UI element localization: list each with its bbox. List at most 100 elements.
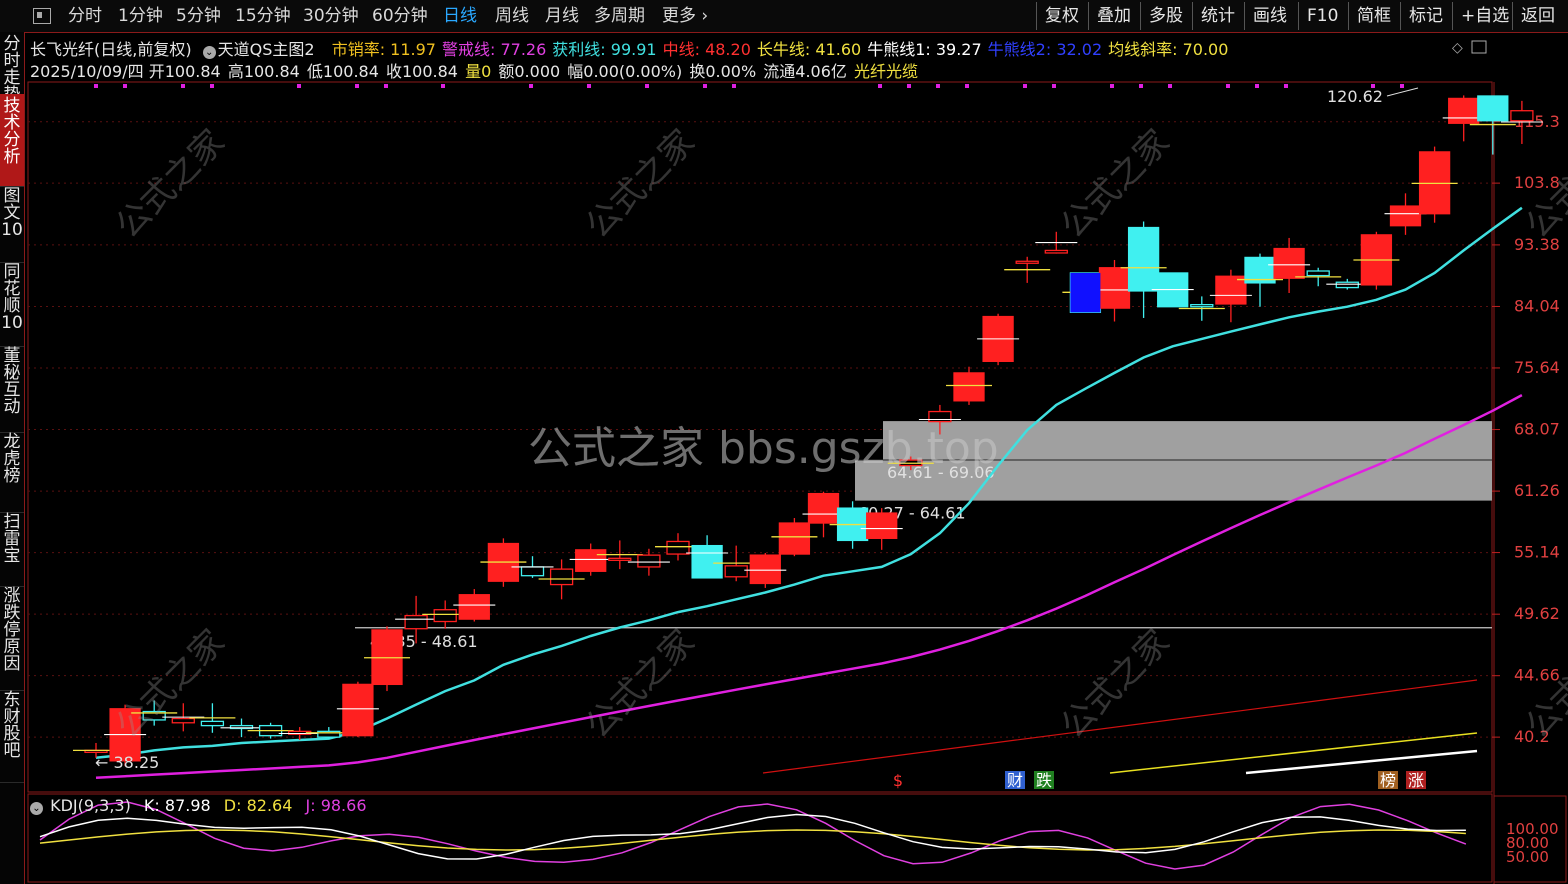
y-tick-label-7: 55.14	[1514, 543, 1560, 562]
sidebar-item-3[interactable]: 同花顺10	[0, 260, 24, 347]
y-tick-label-8: 49.62	[1514, 604, 1560, 623]
signal-dot-12	[732, 84, 736, 88]
diagonal-watermark-1: 公式之家	[578, 122, 702, 246]
candle-body-42	[1306, 270, 1330, 277]
sidebar-item-0[interactable]: 分时走势	[0, 32, 24, 104]
low-label: 低100.84	[306, 62, 379, 81]
period-tab-4[interactable]: 30分钟	[303, 0, 359, 32]
marker-3: 榜	[1380, 771, 1396, 790]
signal-dot-20	[1139, 84, 1143, 88]
concept-label[interactable]: 光纤光缆	[854, 62, 918, 81]
period-tab-0[interactable]: 分时	[68, 0, 102, 32]
indicator-header: 长飞光纤(日线,前复权) ⌄ 天道QS主图2 市销率: 11.97 警戒线: 77.…	[30, 36, 1240, 59]
period-tab-7[interactable]: 周线	[495, 0, 529, 32]
candle-body-21	[691, 544, 723, 579]
sidebar-item-7[interactable]: 涨跌停原因	[0, 584, 24, 691]
candle-body-36	[1127, 226, 1160, 292]
signal-dot-5	[355, 84, 359, 88]
kdj-j: J: 98.66	[305, 796, 367, 815]
kdj-k-line	[39, 813, 1466, 860]
signal-dot-1	[123, 84, 127, 88]
stock-title: 长飞光纤(日线,前复权)	[30, 40, 192, 59]
signal-dot-2	[181, 84, 185, 88]
toolbar-button-3[interactable]: 统计	[1192, 2, 1243, 30]
kdj-d: D: 82.64	[223, 796, 293, 815]
candle-body-19	[637, 554, 661, 568]
trend-line-yellow	[1109, 732, 1478, 774]
period-tab-2[interactable]: 5分钟	[176, 0, 221, 32]
diamond-icon: ◇	[1452, 40, 1463, 56]
indicator-param-4: 长牛线: 41.60	[756, 40, 862, 59]
toolbar-button-6[interactable]: 简框	[1348, 2, 1399, 30]
toolbar-button-7[interactable]: 标记	[1400, 2, 1451, 30]
signal-dot-15	[936, 84, 940, 88]
candle-body-49	[1510, 110, 1534, 122]
sidebar-item-2[interactable]: 图文10	[0, 184, 24, 263]
signal-dot-25	[1371, 84, 1375, 88]
candle-body-32	[1015, 260, 1039, 264]
period-tab-6[interactable]: 日线	[443, 0, 477, 32]
candle-body-30	[953, 372, 985, 402]
signal-dot-3	[210, 84, 214, 88]
signal-dot-17	[1023, 84, 1027, 88]
signal-dot-24	[1284, 84, 1288, 88]
float-label: 流通4.06亿	[763, 62, 847, 81]
kdj-header: ⌄ KDJ(9,3,3) K: 87.98 D: 82.64 J: 98.66	[30, 796, 375, 815]
signal-dot-19	[1110, 84, 1114, 88]
candle-body-3	[171, 717, 195, 724]
candle-body-17	[575, 549, 607, 572]
period-tab-10[interactable]: 更多 ›	[662, 0, 708, 32]
sidebar-item-5[interactable]: 龙虎榜	[0, 430, 24, 513]
signal-dot-21	[1168, 84, 1172, 88]
candle-body-24	[778, 522, 811, 555]
period-tab-8[interactable]: 月线	[545, 0, 579, 32]
signal-dot-22	[1226, 84, 1230, 88]
toolbar-button-5[interactable]: F10	[1298, 2, 1346, 30]
indicator-name[interactable]: ⌄ 天道QS主图2	[202, 40, 326, 59]
sidebar-item-8[interactable]: 东财股吧	[0, 688, 24, 783]
signal-dot-16	[965, 84, 969, 88]
candle-body-48	[1477, 95, 1509, 122]
sidebar-item-6[interactable]: 扫雷宝	[0, 510, 24, 587]
toolbar-button-0[interactable]: 复权	[1036, 2, 1087, 30]
marker-2: 跌	[1036, 771, 1052, 790]
amount-label: 额0.000	[498, 62, 561, 81]
candle-body-4	[200, 720, 225, 727]
candle-body-18	[608, 557, 632, 561]
candle-body-41	[1273, 247, 1305, 279]
candle-body-9	[342, 683, 374, 737]
candle-body-43	[1335, 281, 1359, 289]
open-label: 开100.84	[148, 62, 221, 81]
marker-0: $	[893, 771, 903, 790]
candle-body-27	[866, 512, 898, 539]
indicator-param-2: 获利线: 99.91	[552, 40, 657, 59]
sidebar-item-1[interactable]: 技术分析	[0, 94, 24, 187]
period-tab-1[interactable]: 1分钟	[118, 0, 163, 32]
kdj-dropdown-icon[interactable]: ⌄	[30, 802, 43, 815]
candle-body-16	[549, 568, 574, 586]
y-tick-label-3: 84.04	[1514, 296, 1560, 315]
period-tab-9[interactable]: 多周期	[594, 0, 645, 32]
period-tab-5[interactable]: 60分钟	[372, 0, 428, 32]
toolbar-button-4[interactable]: 画线	[1244, 2, 1295, 30]
candle-body-33	[1044, 249, 1068, 254]
layout-icon	[1471, 40, 1487, 54]
candle-body-47	[1448, 97, 1480, 124]
high-label: 高100.84	[227, 62, 300, 81]
toolbar-button-2[interactable]: 多股	[1140, 2, 1191, 30]
period-tab-3[interactable]: 15分钟	[235, 0, 291, 32]
change-label: 幅0.00(0.00%)	[567, 62, 683, 81]
candle-body-11	[404, 614, 428, 630]
left-sidebar: 分时走势技术分析图文10同花顺10董秘互动龙虎榜扫雷宝涨跌停原因东财股吧	[0, 32, 25, 884]
toolbar-button-9[interactable]: 返回	[1512, 2, 1563, 30]
toolbar-button-1[interactable]: 叠加	[1088, 2, 1139, 30]
signal-dot-9	[587, 84, 591, 88]
sidebar-item-4[interactable]: 董秘互动	[0, 344, 24, 433]
toolbar-button-8[interactable]: +自选	[1452, 2, 1517, 30]
signal-dot-6	[384, 84, 388, 88]
candle-body-13	[458, 594, 490, 620]
date-label: 2025/10/09/四	[30, 62, 144, 81]
y-tick-label-4: 75.64	[1514, 358, 1560, 377]
panel-toggle-icon[interactable]	[33, 8, 51, 24]
signal-dot-8	[529, 84, 533, 88]
